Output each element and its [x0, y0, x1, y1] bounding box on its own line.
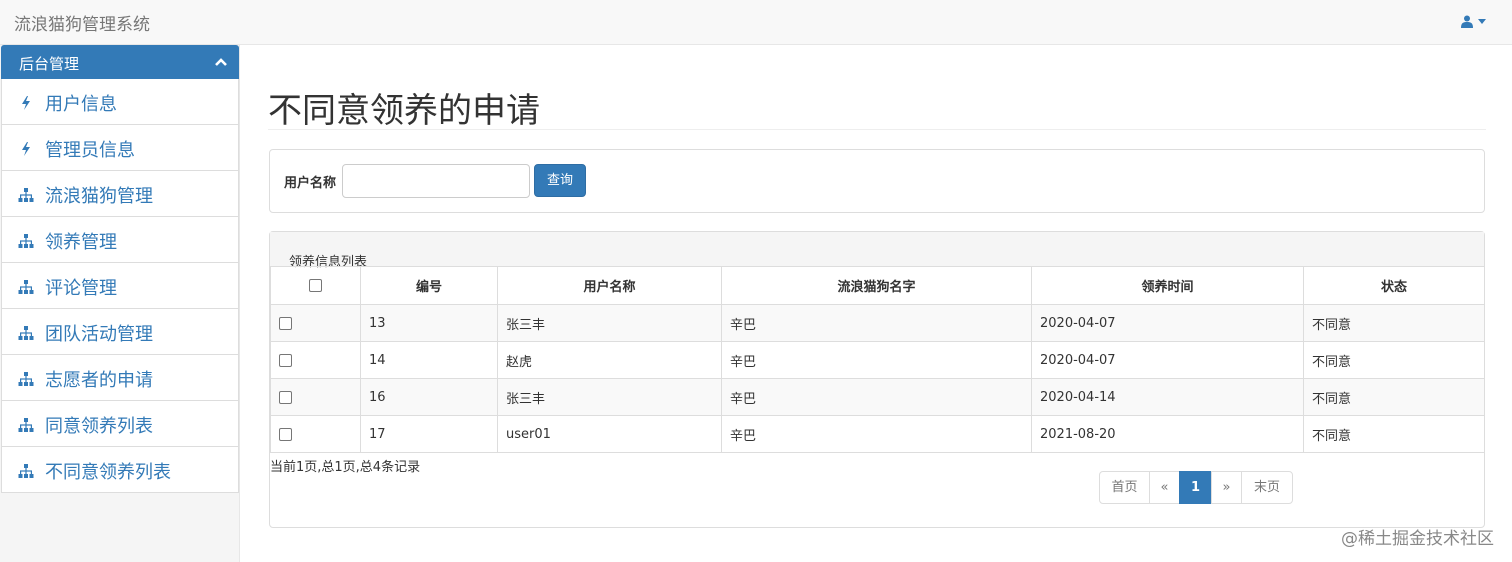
list-panel-header: 领养信息列表	[270, 232, 1484, 270]
cell-date: 2020-04-07	[1031, 341, 1304, 379]
row-checkbox[interactable]	[279, 316, 292, 330]
select-all-cell	[270, 266, 361, 305]
sidebar-item-approved-adoptions[interactable]: 同意领养列表	[1, 401, 239, 447]
column-header: 流浪猫狗名字	[721, 266, 1032, 305]
chevron-up-icon	[215, 58, 227, 66]
cell-user: 张三丰	[497, 304, 722, 342]
username-search-input[interactable]	[342, 164, 530, 198]
sidebar-item-label: 用户信息	[45, 94, 117, 115]
sitemap-icon	[18, 188, 34, 202]
cell-status: 不同意	[1303, 378, 1485, 416]
column-header: 状态	[1303, 266, 1485, 305]
row-checkbox[interactable]	[279, 427, 292, 441]
page-title: 不同意领养的申请	[268, 91, 540, 131]
sidebar-item-adoption-management[interactable]: 领养管理	[1, 217, 239, 263]
sidebar-item-label: 管理员信息	[45, 140, 135, 161]
table-header-row: 编号 用户名称 流浪猫狗名字 领养时间 状态	[270, 266, 1485, 305]
column-header: 编号	[360, 266, 498, 305]
row-select-cell	[270, 341, 361, 379]
cell-user: 张三丰	[497, 378, 722, 416]
row-select-cell	[270, 378, 361, 416]
pagination-last[interactable]: 末页	[1241, 471, 1293, 504]
cell-status: 不同意	[1303, 415, 1485, 453]
cell-id: 14	[360, 341, 498, 379]
sitemap-icon	[18, 372, 34, 386]
cell-date: 2021-08-20	[1031, 415, 1304, 453]
sitemap-icon	[18, 326, 34, 340]
column-header: 用户名称	[497, 266, 722, 305]
search-label: 用户名称	[284, 176, 337, 191]
sidebar-item-comment-management[interactable]: 评论管理	[1, 263, 239, 309]
cell-status: 不同意	[1303, 304, 1485, 342]
bolt-icon	[22, 96, 30, 110]
user-icon	[1461, 15, 1473, 28]
pagination-next[interactable]: »	[1211, 471, 1242, 504]
select-all-checkbox[interactable]	[309, 279, 322, 292]
search-panel: 用户名称 查询	[269, 149, 1485, 213]
cell-pet: 辛巴	[721, 341, 1032, 379]
sidebar-item-user-info[interactable]: 用户信息	[1, 79, 239, 125]
sitemap-icon	[18, 280, 34, 294]
cell-pet: 辛巴	[721, 378, 1032, 416]
sidebar-item-volunteer-applications[interactable]: 志愿者的申请	[1, 355, 239, 401]
sidebar-item-label: 流浪猫狗管理	[45, 186, 153, 207]
adoption-table: 编号 用户名称 流浪猫狗名字 领养时间 状态 13 张三丰 辛巴 2020-04…	[270, 266, 1485, 453]
sidebar-panel-header[interactable]: 后台管理	[1, 45, 239, 79]
sidebar-menu: 用户信息 管理员信息 流浪猫狗管理 领养管理 评论管理 团队活动管理 志愿者的申…	[1, 79, 239, 493]
sidebar-item-team-activity[interactable]: 团队活动管理	[1, 309, 239, 355]
title-divider	[268, 129, 1486, 130]
cell-pet: 辛巴	[721, 304, 1032, 342]
cell-id: 13	[360, 304, 498, 342]
sidebar-item-pet-management[interactable]: 流浪猫狗管理	[1, 171, 239, 217]
caret-down-icon	[1478, 19, 1486, 24]
sidebar-item-label: 领养管理	[45, 232, 117, 253]
pagination-prev[interactable]: «	[1149, 471, 1180, 504]
sidebar-item-label: 团队活动管理	[45, 324, 153, 345]
sitemap-icon	[18, 464, 34, 478]
sidebar-item-label: 评论管理	[45, 278, 117, 299]
user-menu-toggle[interactable]	[1461, 14, 1486, 29]
table-row: 17 user01 辛巴 2021-08-20 不同意	[270, 415, 1485, 453]
sidebar-item-label: 不同意领养列表	[45, 462, 171, 483]
sidebar: 后台管理 用户信息 管理员信息 流浪猫狗管理 领养管理 评论管理 团队活动管理	[0, 45, 240, 562]
row-checkbox[interactable]	[279, 390, 292, 404]
pagination-first[interactable]: 首页	[1099, 471, 1150, 504]
cell-status: 不同意	[1303, 341, 1485, 379]
watermark: @稀土掘金技术社区	[1341, 529, 1494, 549]
table-row: 14 赵虎 辛巴 2020-04-07 不同意	[270, 341, 1485, 379]
cell-id: 17	[360, 415, 498, 453]
cell-user: 赵虎	[497, 341, 722, 379]
cell-date: 2020-04-07	[1031, 304, 1304, 342]
column-header: 领养时间	[1031, 266, 1304, 305]
sitemap-icon	[18, 234, 34, 248]
records-info: 当前1页,总1页,总4条记录	[270, 460, 421, 475]
sidebar-item-rejected-adoptions[interactable]: 不同意领养列表	[1, 447, 239, 493]
row-select-cell	[270, 304, 361, 342]
cell-user: user01	[497, 415, 722, 453]
row-select-cell	[270, 415, 361, 453]
pagination: 首页 « 1 » 末页	[1099, 471, 1293, 504]
row-checkbox[interactable]	[279, 353, 292, 367]
app-brand[interactable]: 流浪猫狗管理系统	[14, 10, 150, 35]
cell-id: 16	[360, 378, 498, 416]
top-navbar: 流浪猫狗管理系统	[0, 0, 1512, 45]
table-row: 16 张三丰 辛巴 2020-04-14 不同意	[270, 378, 1485, 416]
sidebar-item-admin-info[interactable]: 管理员信息	[1, 125, 239, 171]
sidebar-item-label: 志愿者的申请	[45, 370, 153, 391]
cell-pet: 辛巴	[721, 415, 1032, 453]
sidebar-item-label: 同意领养列表	[45, 416, 153, 437]
table-row: 13 张三丰 辛巴 2020-04-07 不同意	[270, 304, 1485, 342]
cell-date: 2020-04-14	[1031, 378, 1304, 416]
sitemap-icon	[18, 418, 34, 432]
sidebar-header-title: 后台管理	[19, 55, 80, 73]
adoption-list-panel: 领养信息列表 编号 用户名称 流浪猫狗名字 领养时间 状态 13 张三丰 辛巴 …	[269, 231, 1485, 528]
bolt-icon	[22, 142, 30, 156]
pagination-current-page[interactable]: 1	[1179, 471, 1212, 504]
search-button[interactable]: 查询	[534, 164, 586, 197]
